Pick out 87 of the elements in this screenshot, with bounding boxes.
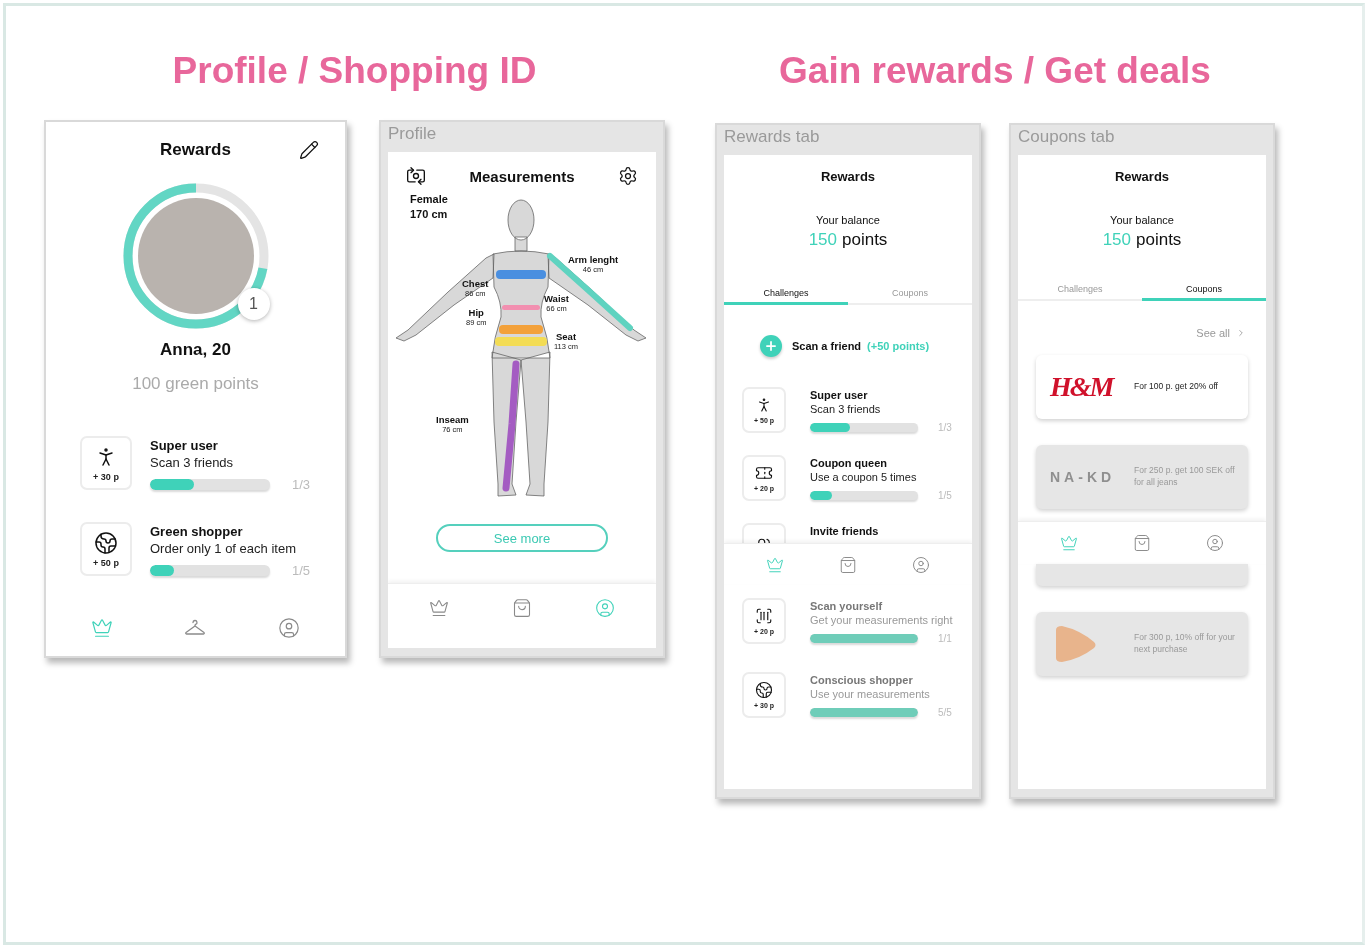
balance-unit: points: [842, 230, 888, 250]
tab[interactable]: Challenges: [724, 288, 848, 305]
camera-switch-icon: [406, 166, 426, 186]
user-icon: [594, 598, 615, 618]
measurement-name: Inseam: [436, 414, 469, 426]
progress-count: 5/5: [938, 707, 952, 718]
ticket-icon: [755, 464, 773, 482]
challenge-description: Order only 1 of each item: [150, 541, 297, 556]
measurement-name: Chest: [462, 278, 489, 290]
crown-icon: [91, 617, 114, 639]
user-icon: [1206, 534, 1225, 552]
shopping-bag-icon: [1133, 534, 1151, 552]
crown-icon: [429, 598, 450, 618]
balance-unit: points: [1136, 230, 1182, 250]
challenge-title: Coupon queen: [810, 457, 888, 469]
edit-button[interactable]: [299, 140, 319, 160]
measurement-name: Arm lenght: [568, 254, 619, 266]
progress-count: 1/5: [292, 563, 311, 578]
see-more-button[interactable]: See more: [436, 524, 608, 552]
points-label: + 30 p: [93, 471, 119, 482]
plus-icon: [764, 339, 778, 353]
bonus-label: (+50 points): [867, 340, 930, 352]
challenge-description: Scan 3 friends: [150, 455, 235, 470]
challenge-title: Super user: [150, 438, 219, 453]
challenge-title: Invite friends: [810, 525, 879, 537]
balance-label: Your balance: [1109, 214, 1175, 226]
measurement-name: Hip: [468, 307, 484, 319]
pencil-icon: [299, 140, 319, 160]
coupon-offer: For 300 p, 10% off for your next purchase: [1134, 632, 1236, 656]
points-total: 100 green points: [131, 374, 260, 394]
user-icon: [912, 556, 931, 574]
tab[interactable]: Coupons: [1142, 284, 1266, 301]
settings-icon: [618, 166, 638, 186]
level-badge: 1: [237, 288, 270, 320]
see-all-link[interactable]: See all: [1196, 327, 1246, 339]
globe-icon: [755, 681, 773, 699]
screen-title: Rewards: [819, 169, 877, 184]
balance-value: 150: [1102, 230, 1131, 250]
challenge-description: Use a coupon 5 times: [810, 471, 918, 483]
coupon-offer: For 250 p. get 100 SEK off for all jeans: [1134, 465, 1236, 489]
screen-title: Measurements: [469, 167, 575, 185]
crown-icon: [1059, 534, 1078, 552]
challenge-title: Conscious shopper: [810, 674, 914, 686]
challenge-description: Get your measurements right: [810, 614, 953, 626]
progress-count: 1/5: [938, 490, 952, 501]
globe-icon: [94, 530, 118, 555]
progress-count: 1/3: [292, 477, 311, 492]
challenge-title: Scan yourself: [810, 600, 884, 612]
add-button[interactable]: [760, 335, 782, 357]
camera-button[interactable]: [406, 166, 426, 186]
brand-logo: H&M: [1050, 371, 1115, 403]
coupon-card[interactable]: H&M For 100 p. get 20% off: [1036, 355, 1248, 419]
coupon-card[interactable]: NA-KD For 250 p. get 100 SEK off for all jeans: [1036, 445, 1248, 509]
barcode-scan-icon: [755, 607, 773, 625]
scan-label: Scan a friend: [792, 340, 862, 352]
section-heading: Profile / Shopping ID: [172, 50, 537, 92]
measurement-name: Waist: [544, 293, 569, 305]
tab[interactable]: Coupons: [848, 288, 972, 305]
challenge-title: Super user: [810, 389, 869, 401]
brand-logo: NA-KD: [1050, 469, 1117, 485]
challenge-description: Scan 3 friends: [810, 403, 882, 415]
progress-count: 1/3: [938, 422, 952, 433]
gender-label: Female: [410, 192, 448, 207]
frame-label: Coupons tab: [1017, 126, 1116, 148]
balance-value: 150: [808, 230, 837, 250]
section-heading: Gain rewards / Get deals: [779, 50, 1211, 92]
frame-label: Profile: [387, 123, 438, 145]
screen-title: Rewards: [1113, 169, 1171, 184]
coupon-offer: For 100 p. get 20% off: [1134, 381, 1218, 393]
shopping-bag-icon: [839, 556, 857, 574]
balance-label: Your balance: [815, 214, 881, 226]
progress-count: 1/1: [938, 633, 952, 644]
user-name: Anna, 20: [159, 340, 232, 360]
measurement-name: Seat: [556, 331, 577, 343]
settings-button[interactable]: [618, 166, 638, 186]
user-icon: [277, 617, 300, 639]
challenge-description: Use your measurements: [810, 688, 931, 700]
height-label: 170 cm: [410, 206, 448, 222]
coupon-card[interactable]: For 300 p, 10% off for your next purchase: [1036, 612, 1248, 676]
shopping-bag-icon: [512, 598, 532, 618]
screen-title: Rewards: [160, 140, 231, 160]
frame-label: Rewards tab: [723, 126, 821, 148]
points-label: + 50 p: [93, 557, 119, 568]
tab[interactable]: Challenges: [1018, 284, 1142, 301]
crown-icon: [765, 556, 784, 574]
challenge-title: Green shopper: [150, 524, 244, 539]
chevron-right-icon: [1236, 328, 1246, 338]
